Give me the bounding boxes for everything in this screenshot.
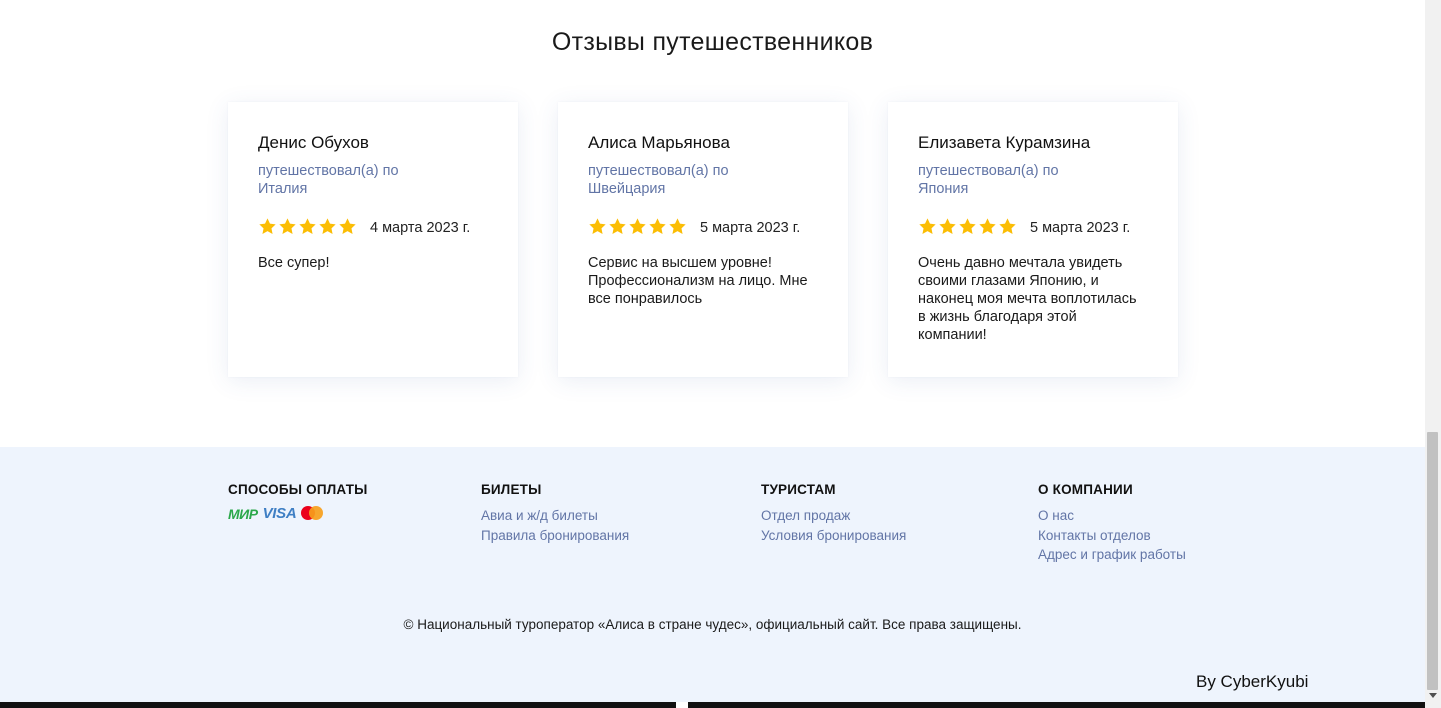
trip-info: путешествовал(а) по Италия [258, 162, 428, 198]
payment-heading: СПОСОБЫ ОПЛАТЫ [228, 482, 368, 497]
trip-prefix: путешествовал(а) по [258, 163, 399, 179]
review-text: Сервис на высшем уровне! Профессионализм… [588, 255, 808, 307]
review-date: 5 марта 2023 г. [700, 219, 801, 236]
bottom-bar-right [688, 702, 1425, 708]
trip-country: Швейцария [588, 181, 666, 197]
star-icon [259, 217, 276, 234]
review-card: Алиса Марьянова путешествовал(а) по Швей… [558, 102, 848, 377]
star-rating [588, 217, 687, 236]
footer-link-booking-rules[interactable]: Правила бронирования [481, 526, 629, 546]
review-date: 4 марта 2023 г. [370, 219, 471, 236]
footer-tickets-column: БИЛЕТЫ Авиа и ж/д билеты Правила брониро… [481, 482, 629, 545]
payment-logos: МИР VISA [228, 505, 368, 522]
star-icon [339, 217, 356, 234]
footer-tourists-column: ТУРИСТАМ Отдел продаж Условия бронирован… [761, 482, 906, 545]
star-icon [959, 217, 976, 234]
scrollbar-thumb[interactable] [1427, 432, 1438, 690]
mir-logo: МИР [228, 505, 258, 522]
footer: СПОСОБЫ ОПЛАТЫ МИР VISA БИЛЕТЫ Авиа и ж/… [0, 447, 1425, 702]
bottom-bar-left [0, 702, 676, 708]
footer-payment-column: СПОСОБЫ ОПЛАТЫ МИР VISA [228, 482, 368, 522]
star-icon [979, 217, 996, 234]
page: Отзывы путешественников Денис Обухов пут… [0, 0, 1425, 708]
vertical-scrollbar[interactable] [1425, 0, 1441, 708]
reviewer-name: Алиса Марьянова [588, 133, 730, 152]
footer-link-sales-dept[interactable]: Отдел продаж [761, 506, 906, 526]
star-icon [609, 217, 626, 234]
star-icon [319, 217, 336, 234]
star-icon [669, 217, 686, 234]
star-icon [299, 217, 316, 234]
star-rating [258, 217, 357, 236]
trip-prefix: путешествовал(а) по [588, 163, 729, 179]
rating-row: 5 марта 2023 г. [918, 216, 1148, 236]
footer-link-about[interactable]: О нас [1038, 506, 1186, 526]
trip-prefix: путешествовал(а) по [918, 163, 1059, 179]
rating-row: 5 марта 2023 г. [588, 216, 818, 236]
footer-link-address-hours[interactable]: Адрес и график работы [1038, 545, 1186, 565]
author-byline: By CyberKyubi [1196, 672, 1309, 691]
star-icon [279, 217, 296, 234]
star-icon [589, 217, 606, 234]
star-icon [919, 217, 936, 234]
star-icon [939, 217, 956, 234]
footer-link-contacts[interactable]: Контакты отделов [1038, 526, 1186, 546]
scroll-down-arrow-icon[interactable] [1429, 693, 1437, 698]
copyright-text: © Национальный туроператор «Алиса в стра… [403, 617, 1022, 632]
review-text: Очень давно мечтала увидеть своими глаза… [918, 255, 1137, 343]
trip-info: путешествовал(а) по Швейцария [588, 162, 758, 198]
star-rating [918, 217, 1017, 236]
tourists-heading: ТУРИСТАМ [761, 482, 836, 497]
trip-country: Италия [258, 181, 308, 197]
star-icon [649, 217, 666, 234]
reviewer-name: Елизавета Курамзина [918, 133, 1091, 152]
footer-company-column: О КОМПАНИИ О нас Контакты отделов Адрес … [1038, 482, 1186, 565]
trip-country: Япония [918, 181, 969, 197]
company-heading: О КОМПАНИИ [1038, 482, 1133, 497]
review-card: Елизавета Курамзина путешествовал(а) по … [888, 102, 1178, 377]
star-icon [629, 217, 646, 234]
rating-row: 4 марта 2023 г. [258, 216, 488, 236]
footer-link-booking-terms[interactable]: Условия бронирования [761, 526, 906, 546]
trip-info: путешествовал(а) по Япония [918, 162, 1088, 198]
visa-logo: VISA [262, 505, 297, 522]
review-card: Денис Обухов путешествовал(а) по Италия … [228, 102, 518, 377]
star-icon [999, 217, 1016, 234]
reviews-title: Отзывы путешественников [551, 28, 874, 56]
footer-link-air-rail-tickets[interactable]: Авиа и ж/д билеты [481, 506, 629, 526]
reviewer-name: Денис Обухов [258, 133, 369, 152]
review-date: 5 марта 2023 г. [1030, 219, 1131, 236]
mastercard-icon [301, 506, 324, 521]
tickets-heading: БИЛЕТЫ [481, 482, 542, 497]
review-text: Все супер! [258, 255, 330, 271]
